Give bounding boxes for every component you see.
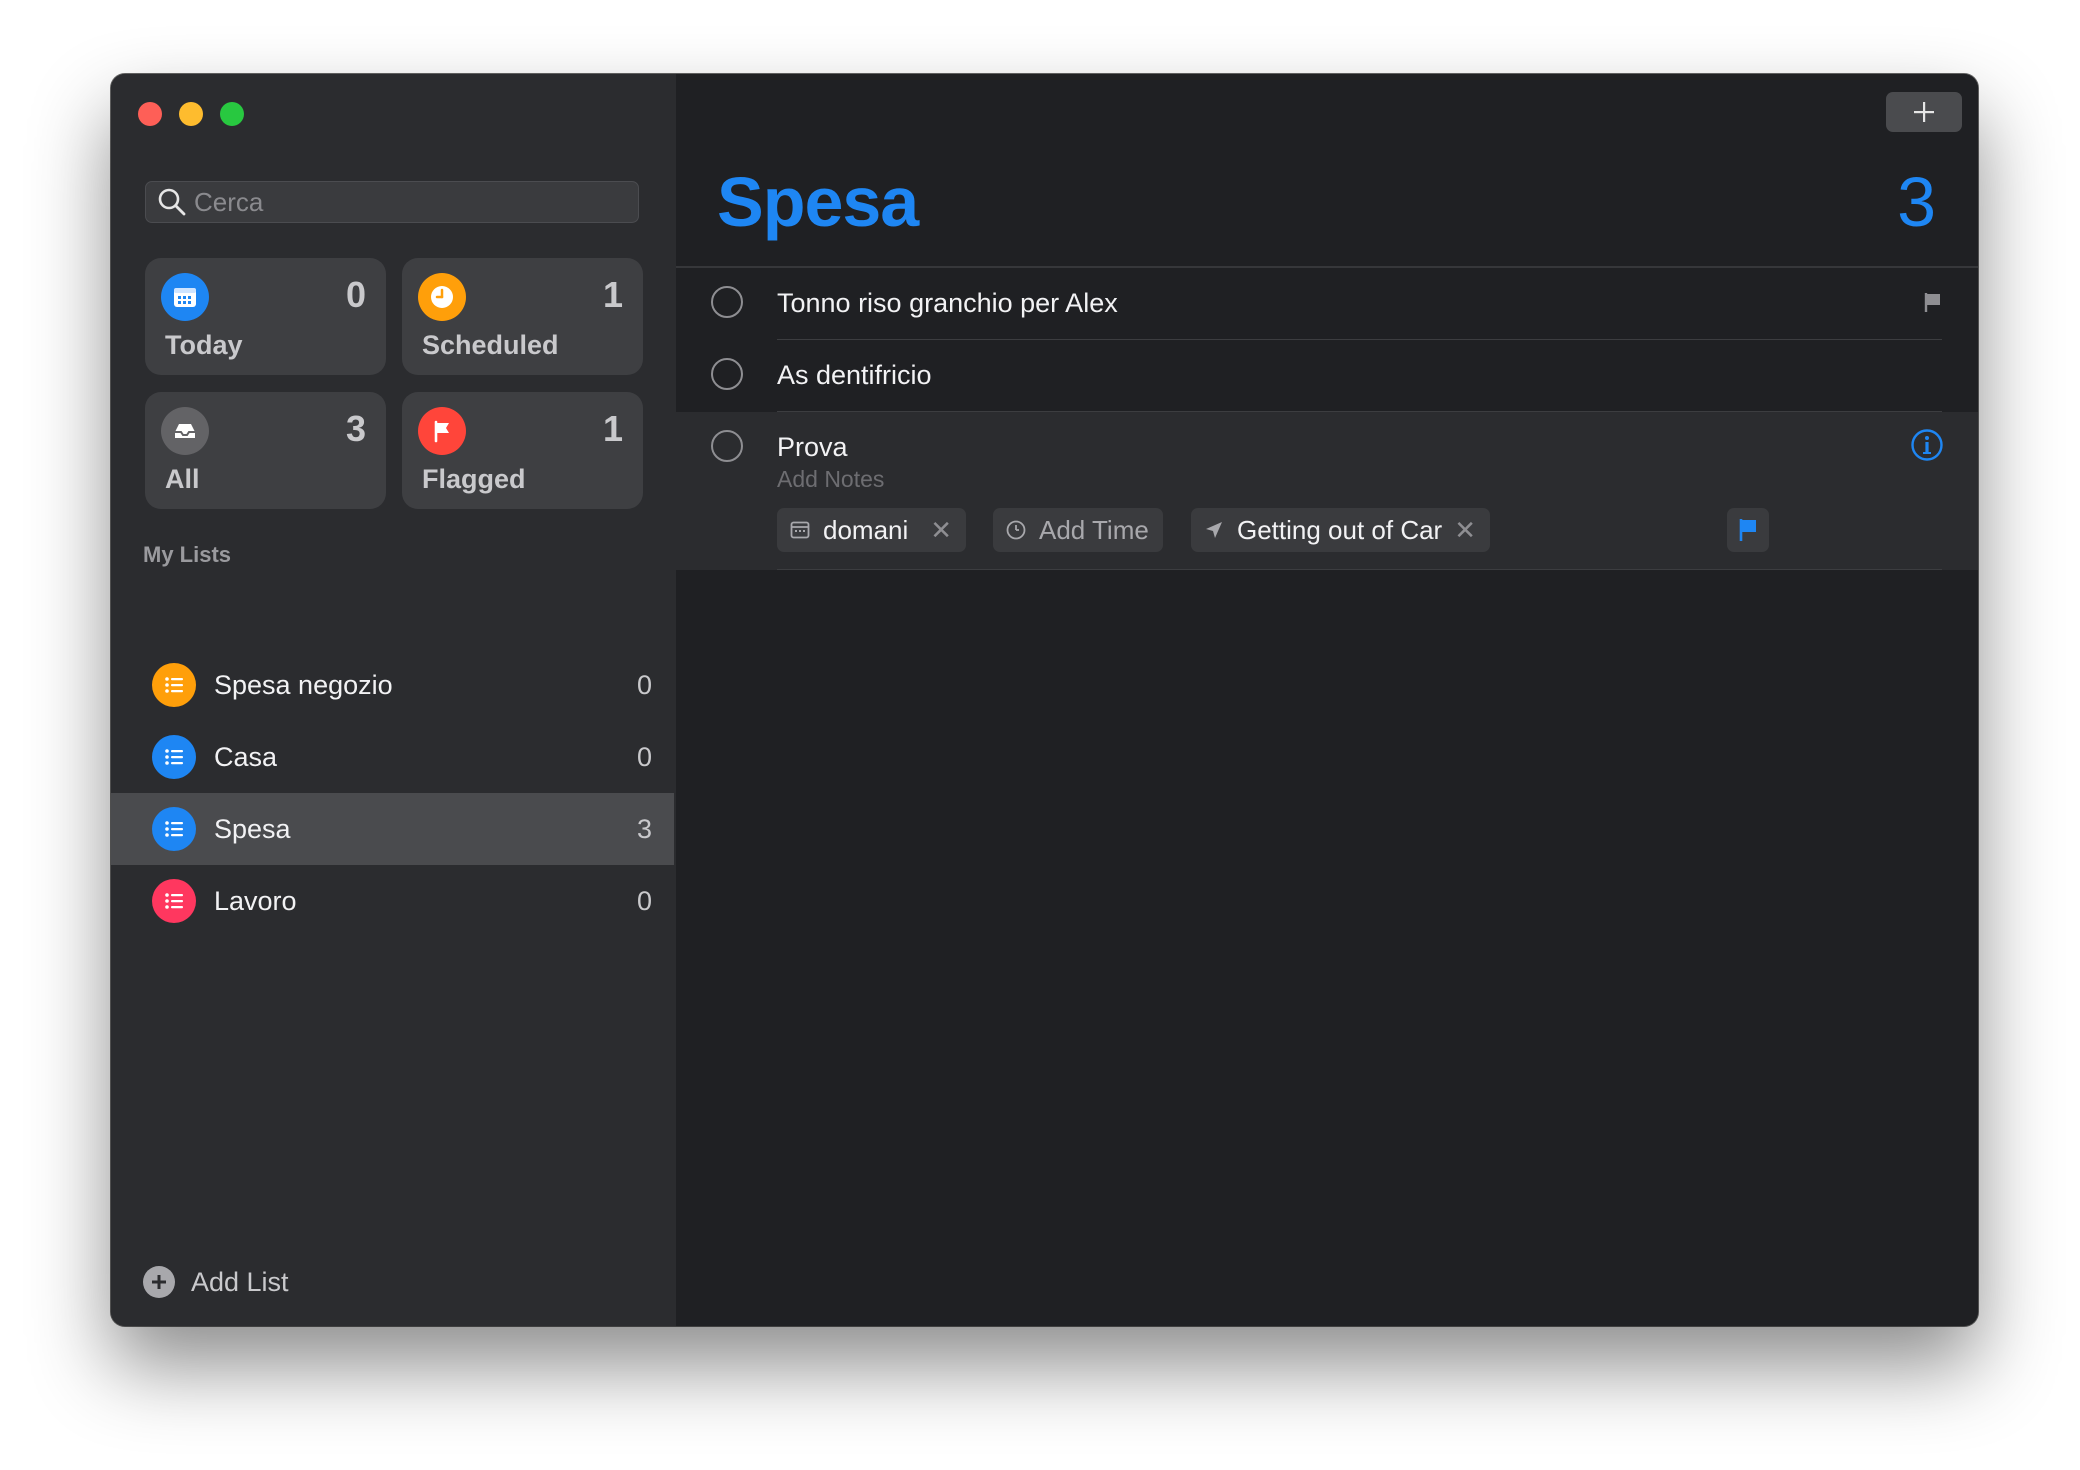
scheduled-count: 1 (602, 274, 623, 315)
add-time-label: Add Time (1039, 514, 1149, 545)
add-list-label: Add List (191, 1266, 289, 1297)
complete-checkbox[interactable] (711, 430, 743, 462)
minimize-window-button[interactable] (179, 102, 203, 126)
add-notes-field[interactable]: Add Notes (777, 466, 884, 493)
all-label: All (165, 464, 200, 494)
zoom-window-button[interactable] (220, 102, 244, 126)
search-field[interactable] (145, 181, 639, 223)
smart-list-flagged[interactable]: 1 Flagged (402, 392, 643, 509)
reminders-window: 0 Today 1 Scheduled 3 (111, 74, 1978, 1326)
reminder-title[interactable]: Prova (777, 432, 848, 463)
reminder-row[interactable]: Tonno riso granchio per Alex (676, 268, 1978, 340)
flag-icon (1739, 519, 1756, 541)
clock-icon (1006, 520, 1026, 540)
reminder-row[interactable]: As dentifricio (676, 340, 1978, 412)
sidebar-item-spesa[interactable]: Spesa 3 (111, 793, 674, 865)
flag-icon[interactable] (1922, 290, 1944, 314)
complete-checkbox[interactable] (711, 358, 743, 390)
list-label: Casa (214, 741, 278, 772)
flagged-count: 1 (602, 408, 623, 449)
flag-toggle[interactable] (1727, 508, 1769, 552)
close-window-button[interactable] (138, 102, 162, 126)
page-title: Spesa (717, 163, 919, 241)
reminder-title[interactable]: As dentifricio (777, 360, 932, 391)
today-count: 0 (345, 274, 366, 315)
list-bullet-icon (152, 735, 196, 779)
list-bullet-icon (152, 807, 196, 851)
plus-circle-icon (143, 1266, 175, 1298)
smart-list-today[interactable]: 0 Today (145, 258, 386, 375)
sidebar-item-lavoro[interactable]: Lavoro 0 (111, 865, 674, 937)
location-chip-label: Getting out of Car (1237, 514, 1443, 545)
tray-icon (161, 407, 209, 455)
search-input[interactable] (190, 185, 638, 219)
smart-list-scheduled[interactable]: 1 Scheduled (402, 258, 643, 375)
list-bullet-icon (152, 663, 196, 707)
sidebar-item-spesa-negozio[interactable]: Spesa negozio 0 (111, 649, 674, 721)
list-label: Lavoro (214, 885, 297, 916)
window-controls (138, 102, 244, 126)
remove-location-icon[interactable]: ✕ (1454, 515, 1476, 546)
complete-checkbox[interactable] (711, 286, 743, 318)
location-arrow-icon (1206, 522, 1222, 538)
sidebar: 0 Today 1 Scheduled 3 (111, 74, 678, 1326)
list-count: 0 (636, 885, 652, 916)
reminder-row-expanded[interactable]: Prova Add Notes domani ✕ Add Time Gettin… (676, 412, 1978, 570)
main-content: Spesa 3 Tonno riso granchio per Alex As … (676, 74, 1978, 1326)
row-divider (777, 569, 1942, 570)
remove-date-icon[interactable]: ✕ (930, 515, 952, 546)
all-count: 3 (345, 408, 366, 449)
calendar-icon (790, 521, 810, 539)
list-count: 0 (636, 741, 652, 772)
add-time-chip[interactable]: Add Time (993, 508, 1163, 552)
flag-icon (418, 407, 466, 455)
calendar-icon (161, 273, 209, 321)
add-reminder-button[interactable] (1886, 92, 1962, 132)
clock-icon (418, 273, 466, 321)
location-chip[interactable]: Getting out of Car ✕ (1191, 508, 1491, 552)
list-label: Spesa (214, 813, 291, 844)
list-count: 3 (636, 813, 652, 844)
date-chip[interactable]: domani ✕ (777, 508, 967, 552)
list-label: Spesa negozio (214, 669, 393, 700)
sidebar-item-casa[interactable]: Casa 0 (111, 721, 674, 793)
smart-list-all[interactable]: 3 All (145, 392, 386, 509)
flagged-label: Flagged (422, 464, 526, 494)
add-list-button[interactable]: Add List (143, 1266, 289, 1298)
my-lists-header: My Lists (143, 542, 232, 567)
plus-icon (1914, 102, 1934, 122)
today-label: Today (165, 330, 243, 360)
list-count: 0 (636, 669, 652, 700)
reminder-title[interactable]: Tonno riso granchio per Alex (777, 288, 1118, 319)
search-icon (158, 188, 186, 216)
info-icon[interactable] (1910, 428, 1944, 462)
date-chip-label: domani (823, 514, 909, 545)
reminder-count: 3 (1897, 163, 1936, 241)
scheduled-label: Scheduled (422, 330, 559, 360)
list-bullet-icon (152, 879, 196, 923)
